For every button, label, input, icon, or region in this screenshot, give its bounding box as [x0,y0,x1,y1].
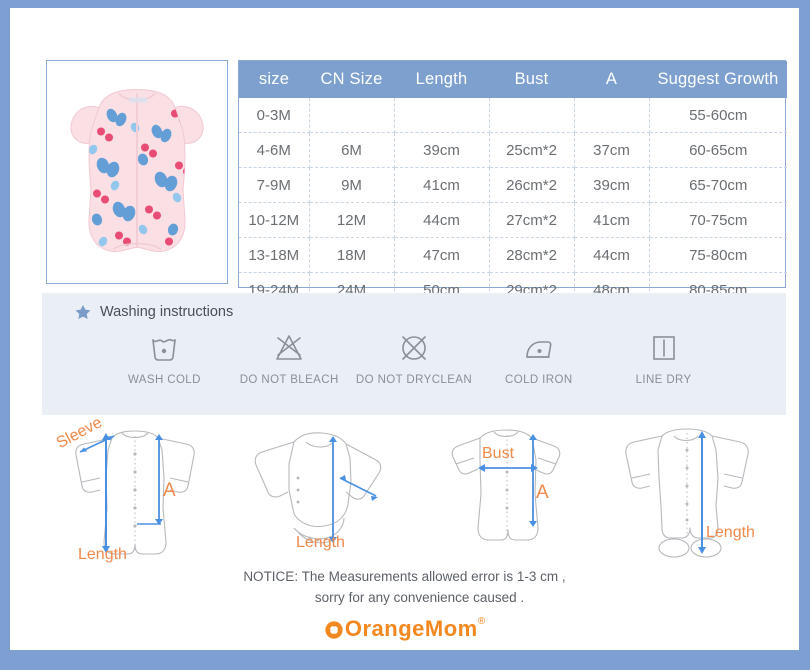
do-not-dryclean-icon [402,336,426,360]
washing-icon-item: WASH COLD [102,331,227,386]
cell-suggest-growth: 65-70cm [649,167,787,203]
table-row: 13-18M 18M 47cm 28cm*2 44cm 75-80cm [239,237,787,273]
cell-bust: 27cm*2 [489,202,575,238]
washing-instructions-header: Washing instructions [74,303,233,321]
cell-length: 47cm [394,237,490,273]
col-header-bust: Bust [489,61,574,98]
table-row: 10-12M 12M 44cm 27cm*2 41cm 70-75cm [239,202,787,238]
long-sleeve-bodysuit-illustration [254,432,382,544]
notice-text: NOTICE: The Measurements allowed error i… [10,566,799,608]
col-header-length: Length [394,61,489,98]
cell-a: 44cm [574,237,650,273]
col-header-cn-size: CN Size [309,61,394,98]
washing-icon-item: DO NOT BLEACH [227,331,352,386]
cell-size: 4-6M [239,132,310,168]
cell-bust: 26cm*2 [489,167,575,203]
washing-instructions-panel: Washing instructions WASH COLD DO NOT BL… [42,293,786,415]
brand-logo: OrangeMom ® [10,616,799,642]
col-header-suggest-growth: Suggest Growth [649,61,787,98]
table-row: 0-3M 55-60cm [239,98,787,133]
diagram-footed-romper: Length [600,420,786,570]
long-sleeve-romper-illustration [75,430,195,555]
cell-length: 39cm [394,132,490,168]
cell-suggest-growth: 75-80cm [649,237,787,273]
cell-cn-size: 9M [309,167,395,203]
cell-length: 44cm [394,202,490,238]
cell-size: 13-18M [239,237,310,273]
washing-icon-row: WASH COLD DO NOT BLEACH DO NOT DRYCLEAN … [42,331,786,386]
cold-iron-icon [525,341,552,358]
cell-a: 37cm [574,132,650,168]
outer-frame: size CN Size Length Bust A Suggest Growt… [0,0,810,670]
washing-icon-item: LINE DRY [601,331,726,386]
cell-size: 7-9M [239,167,310,203]
cell-bust: 28cm*2 [489,237,575,273]
washing-icon-label: LINE DRY [635,374,692,386]
line-dry-icon [652,336,675,360]
page-body: size CN Size Length Bust A Suggest Growt… [10,8,799,650]
cell-a: 39cm [574,167,650,203]
product-image [51,65,223,279]
notice-line-1: NOTICE: The Measurements allowed error i… [243,569,566,584]
cell-bust: 25cm*2 [489,132,575,168]
washing-icon-label: DO NOT BLEACH [239,374,339,386]
table-header-row: size CN Size Length Bust A Suggest Growt… [239,61,787,98]
col-header-a: A [574,61,649,98]
flower-o-icon [325,621,343,639]
size-chart-table: size CN Size Length Bust A Suggest Growt… [238,60,787,307]
star-icon [75,304,91,320]
footed-romper-illustration [625,428,749,558]
romper-illustration [70,88,204,253]
cell-bust [489,98,575,133]
washing-icon-item: DO NOT DRYCLEAN [352,331,477,386]
cell-size: 10-12M [239,202,310,238]
washing-icon-item: COLD IRON [476,331,601,386]
washing-icon-label: COLD IRON [505,374,573,386]
washing-icon-label: DO NOT DRYCLEAN [355,374,473,386]
diagram-long-sleeve-bodysuit: Length [228,420,414,570]
diagram-short-sleeve-romper: Bust A [414,420,600,570]
brand-name: OrangeMom [344,616,478,641]
cell-length: 41cm [394,167,490,203]
cell-suggest-growth: 70-75cm [649,202,787,238]
notice-line-2: sorry for any convenience caused . [314,590,525,605]
cell-cn-size: 18M [309,237,395,273]
wash-cold-icon [152,338,177,361]
table-row: 4-6M 6M 39cm 25cm*2 37cm 60-65cm [239,132,787,168]
cell-cn-size [309,98,395,133]
cell-a [574,98,650,133]
product-image-card [46,60,228,284]
cell-a: 41cm [574,202,650,238]
short-sleeve-romper-illustration [451,429,561,541]
cell-suggest-growth: 60-65cm [649,132,787,168]
cell-size: 0-3M [239,98,310,133]
washing-icon-label: WASH COLD [127,374,201,386]
cell-suggest-growth: 55-60cm [649,98,787,133]
do-not-bleach-icon [276,335,302,360]
cell-cn-size: 12M [309,202,395,238]
washing-instructions-title: Washing instructions [100,304,234,320]
measurement-diagrams: Sleeve A Length Length Bust A Length [42,414,786,570]
cell-cn-size: 6M [309,132,395,168]
col-header-size: size [239,61,309,98]
diagram-long-sleeve-romper: Sleeve A Length [42,414,228,570]
table-row: 7-9M 9M 41cm 26cm*2 39cm 65-70cm [239,167,787,203]
cell-length [394,98,490,133]
trademark-symbol: ® [477,616,486,627]
